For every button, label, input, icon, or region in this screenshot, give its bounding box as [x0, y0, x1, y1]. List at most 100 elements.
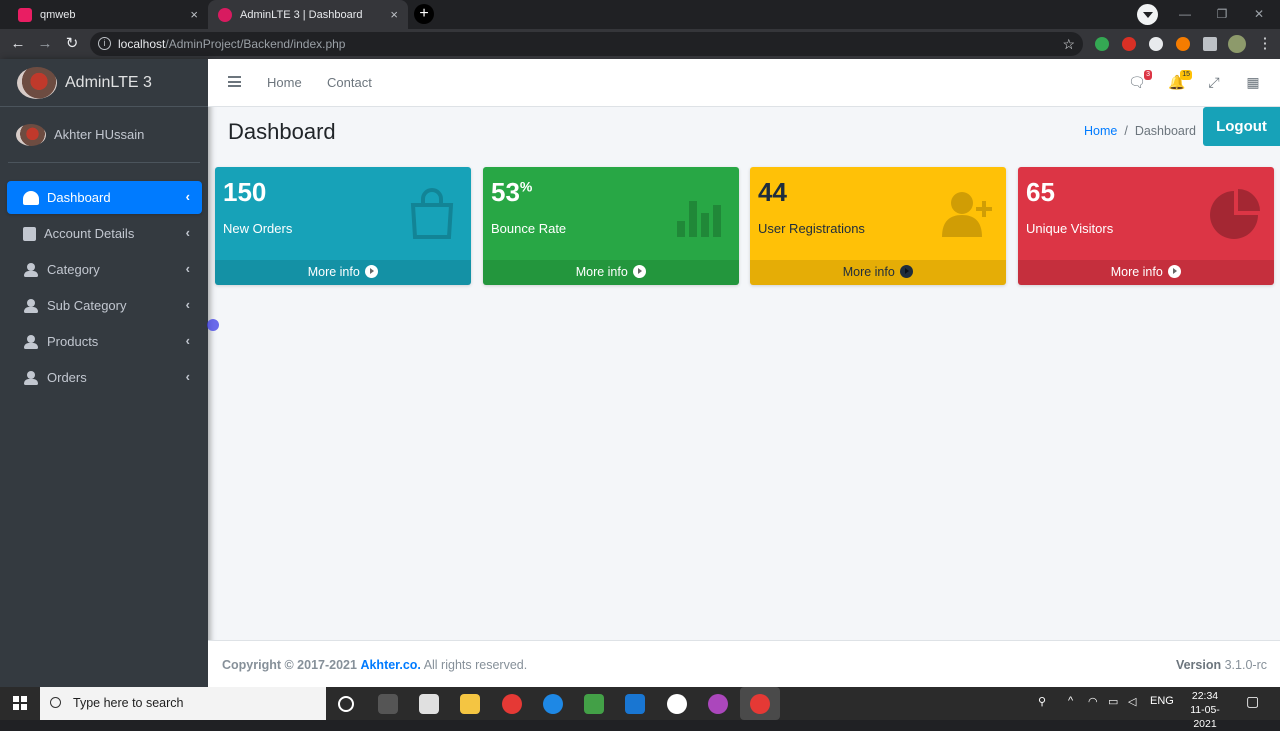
cortana-icon[interactable]	[338, 696, 354, 712]
breadcrumb-current: Dashboard	[1134, 124, 1196, 138]
sidebar-item-orders[interactable]: Orders ‹	[7, 361, 202, 394]
taskbar-clock[interactable]: 22:34 11-05-2021	[1180, 689, 1230, 731]
store-icon[interactable]	[419, 694, 439, 714]
menu-toggle-icon[interactable]	[228, 76, 241, 87]
users-icon	[23, 298, 39, 313]
sidebar-item-products[interactable]: Products ‹	[7, 325, 202, 358]
address-bar[interactable]: i localhost/AdminProject/Backend/index.p…	[90, 32, 1083, 56]
edge-icon[interactable]	[543, 694, 563, 714]
chrome-icon[interactable]	[502, 694, 522, 714]
stat-box-unique-visitors: 65 Unique Visitors More info	[1018, 167, 1274, 285]
tab-close-icon[interactable]: ×	[190, 7, 198, 22]
browser-tab[interactable]: qmweb ×	[8, 0, 208, 29]
top-navbar: Home Contact 🗨 3 🔔 15 ⤢ ▦	[208, 59, 1280, 107]
nav-link-contact[interactable]: Contact	[327, 75, 372, 90]
bookmark-star-icon[interactable]: ☆	[1062, 32, 1075, 56]
tab-close-icon[interactable]: ×	[390, 7, 398, 22]
notification-center-icon[interactable]: ▢	[1246, 693, 1259, 710]
extension-icon[interactable]	[1149, 37, 1163, 51]
chevron-left-icon: ‹	[185, 369, 190, 384]
more-info-link[interactable]: More info	[750, 260, 1006, 285]
windows-start-icon[interactable]	[13, 696, 27, 710]
puzzle-icon[interactable]	[1203, 37, 1217, 51]
back-icon[interactable]: ←	[8, 34, 28, 54]
more-info-link[interactable]: More info	[1018, 260, 1274, 285]
file-explorer-icon[interactable]	[460, 694, 480, 714]
more-menu-icon[interactable]: ⋮	[1255, 34, 1275, 54]
sidebar: AdminLTE 3 Akhter HUssain Dashboard ‹ Ac…	[0, 59, 208, 687]
breadcrumb-separator: /	[1124, 124, 1128, 138]
wifi-icon[interactable]: ◠	[1088, 695, 1098, 708]
stat-box-user-registrations: 44 User Registrations More info	[750, 167, 1006, 285]
more-info-link[interactable]: More info	[483, 260, 739, 285]
url-path: /AdminProject/Backend/index.php	[165, 37, 346, 51]
nav-link-home[interactable]: Home	[267, 75, 302, 90]
chevron-left-icon: ‹	[185, 297, 190, 312]
chrome-icon[interactable]	[750, 694, 770, 714]
stat-value: 65	[1026, 177, 1055, 207]
tab-search-icon[interactable]	[1137, 4, 1158, 25]
battery-icon[interactable]: ▭	[1108, 695, 1118, 708]
brand-link[interactable]: AdminLTE 3	[0, 59, 208, 107]
profile-avatar[interactable]	[1228, 35, 1246, 53]
fullscreen-icon[interactable]: ⤢	[1206, 74, 1222, 90]
extension-icon[interactable]	[1176, 37, 1190, 51]
notifications-badge: 15	[1180, 70, 1192, 80]
arrow-circle-right-icon	[900, 265, 914, 278]
user-panel[interactable]: Akhter HUssain	[8, 107, 200, 163]
stat-label: Unique Visitors	[1026, 221, 1114, 236]
close-window-button[interactable]: ✕	[1242, 0, 1276, 29]
company-link[interactable]: Akhter.co.	[360, 658, 420, 672]
messages-icon[interactable]: 🗨 3	[1128, 70, 1152, 90]
forward-icon[interactable]: →	[35, 34, 55, 54]
extension-icon[interactable]	[1122, 37, 1136, 51]
sidebar-item-dashboard[interactable]: Dashboard ‹	[7, 181, 202, 214]
taskbar-search-input[interactable]: Type here to search	[40, 687, 326, 720]
search-icon	[50, 697, 61, 708]
app-icon[interactable]	[708, 694, 728, 714]
chevron-up-icon[interactable]: ^	[1068, 695, 1073, 707]
sidebar-item-category[interactable]: Category ‹	[7, 253, 202, 286]
bell-icon[interactable]: 🔔 15	[1168, 70, 1192, 90]
site-info-icon[interactable]: i	[98, 37, 111, 50]
volume-icon[interactable]: ◁	[1128, 695, 1136, 708]
vscode-icon[interactable]	[625, 694, 645, 714]
footer-copyright: Copyright © 2017-2021 Akhter.co. All rig…	[222, 658, 528, 672]
url-host: localhost	[118, 37, 166, 51]
task-view-icon[interactable]	[378, 694, 398, 714]
minimize-button[interactable]: —	[1168, 0, 1202, 29]
sidebar-item-sub-category[interactable]: Sub Category ‹	[7, 289, 202, 322]
maximize-button[interactable]: ❐	[1205, 0, 1239, 29]
user-plus-icon	[942, 192, 992, 237]
arrow-circle-right-icon	[633, 265, 647, 278]
shopping-bag-icon	[410, 188, 454, 239]
sidebar-item-label: Category	[47, 262, 100, 277]
people-icon[interactable]: ⚲	[1038, 695, 1046, 708]
users-icon	[23, 262, 39, 277]
new-tab-button[interactable]: +	[414, 4, 434, 24]
arrow-circle-right-icon	[365, 265, 379, 278]
more-info-link[interactable]: More info	[215, 260, 471, 285]
sidebar-item-label: Account Details	[44, 226, 135, 241]
brand-logo	[17, 66, 57, 99]
pie-chart-icon	[1210, 189, 1260, 239]
logout-button[interactable]: Logout	[1203, 107, 1280, 146]
browser-tab-active[interactable]: AdminLTE 3 | Dashboard ×	[208, 0, 408, 29]
sidebar-item-account-details[interactable]: Account Details ‹	[7, 217, 202, 250]
reload-icon[interactable]: ↻	[62, 34, 82, 54]
drive-extension-icon[interactable]	[1095, 37, 1109, 51]
sidebar-item-label: Orders	[47, 370, 87, 385]
breadcrumb-home-link[interactable]: Home	[1084, 124, 1117, 138]
avatar	[16, 123, 46, 146]
notepad-icon[interactable]	[584, 694, 604, 714]
id-card-icon	[23, 226, 36, 241]
app-icon[interactable]	[667, 694, 687, 714]
user-name: Akhter HUssain	[54, 127, 145, 142]
control-sidebar-icon[interactable]: ▦	[1245, 74, 1261, 90]
language-indicator[interactable]: ENG	[1150, 695, 1174, 707]
arrow-circle-right-icon	[1168, 265, 1182, 278]
stat-label: User Registrations	[758, 221, 865, 236]
brand-text: AdminLTE 3	[65, 73, 152, 91]
sidebar-item-label: Sub Category	[47, 298, 127, 313]
bar-chart-icon	[677, 201, 721, 237]
